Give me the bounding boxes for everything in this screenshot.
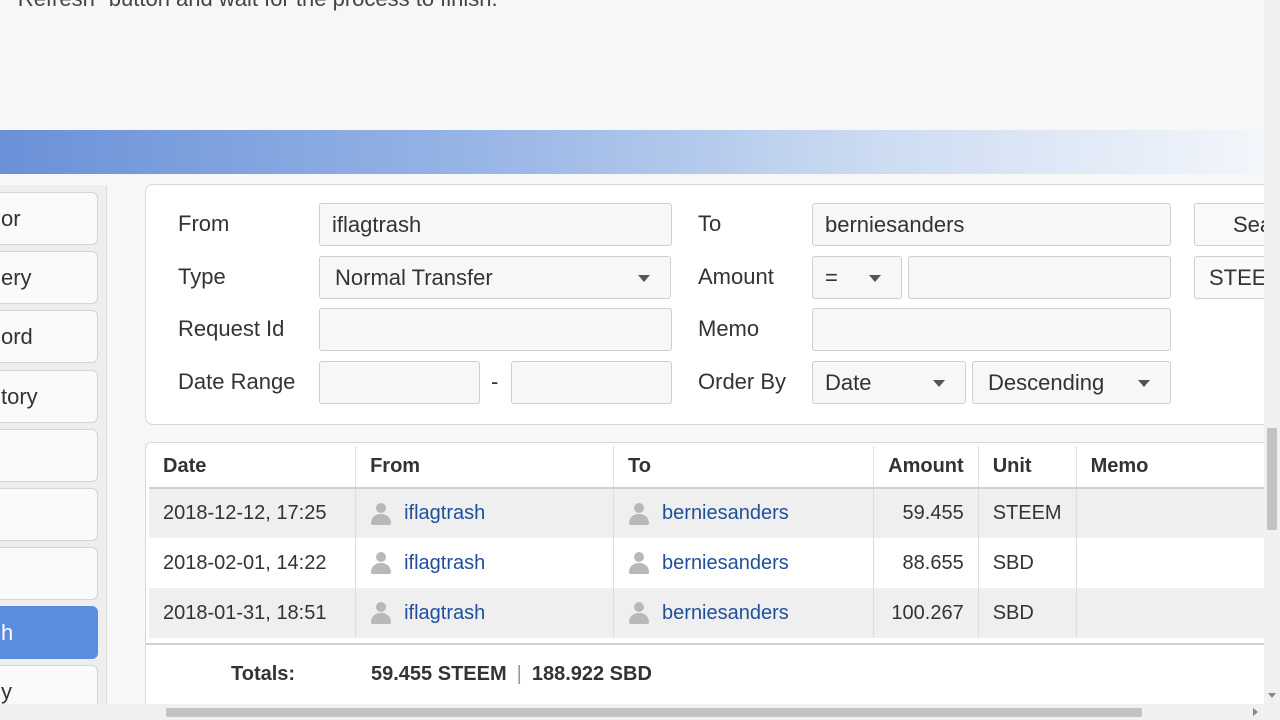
- from-account-link[interactable]: iflagtrash: [404, 602, 485, 625]
- order-direction-value: Descending: [988, 369, 1105, 395]
- from-cell: iflagtrash: [355, 538, 615, 588]
- amount-cell: 100.267: [873, 588, 979, 638]
- totals-row: Totals: 59.455 STEEM | 188.922 SBD: [146, 643, 1280, 705]
- order-by-select[interactable]: Date: [812, 361, 966, 404]
- sidebar-item-6[interactable]: [0, 488, 98, 541]
- sidebar-item-1[interactable]: or: [0, 192, 98, 245]
- column-header-to[interactable]: To: [613, 446, 875, 489]
- chevron-down-icon: [869, 275, 881, 282]
- table-row: 2018-02-01, 14:22 iflagtrash berniesande…: [149, 538, 1280, 588]
- amount-cell: 59.455: [873, 488, 979, 538]
- type-label: Type: [178, 264, 226, 289]
- from-cell: iflagtrash: [355, 588, 615, 638]
- memo-cell: [1076, 488, 1280, 538]
- date-cell: 2018-01-31, 18:51: [149, 588, 357, 638]
- to-account-link[interactable]: berniesanders: [662, 552, 789, 575]
- sidebar-item-label: tory: [1, 383, 38, 409]
- user-icon: [370, 551, 392, 575]
- chevron-down-icon: [1138, 380, 1150, 387]
- unit-cell: SBD: [978, 588, 1077, 638]
- column-header-date[interactable]: Date: [149, 446, 357, 489]
- transfers-table: Date From To Amount Unit Memo 2018-12-12…: [149, 446, 1280, 638]
- total-steem: 59.455 STEEM: [371, 663, 507, 685]
- sidebar-item-label: h: [1, 619, 14, 645]
- chevron-down-icon: [933, 380, 945, 387]
- amount-label: Amount: [698, 264, 774, 289]
- user-icon: [370, 601, 392, 625]
- table-row: 2018-12-12, 17:25 iflagtrash berniesande…: [149, 488, 1280, 538]
- from-account-link[interactable]: iflagtrash: [404, 552, 485, 575]
- memo-label: Memo: [698, 316, 760, 341]
- sidebar-item-4[interactable]: tory: [0, 370, 98, 423]
- sidebar-item-5[interactable]: [0, 429, 98, 482]
- type-select-value: Normal Transfer: [335, 264, 493, 290]
- results-panel: Date From To Amount Unit Memo 2018-12-12…: [145, 442, 1280, 712]
- scroll-right-arrow-icon[interactable]: [1253, 708, 1258, 716]
- from-input[interactable]: iflagtrash: [319, 203, 672, 246]
- user-icon: [628, 502, 650, 526]
- table-row: 2018-01-31, 18:51 iflagtrash berniesande…: [149, 588, 1280, 638]
- date-range-separator: -: [491, 369, 499, 394]
- order-by-value: Date: [825, 369, 872, 395]
- from-label: From: [178, 211, 230, 236]
- totals-values: 59.455 STEEM | 188.922 SBD: [371, 663, 652, 686]
- type-select[interactable]: Normal Transfer: [319, 256, 671, 299]
- horizontal-scrollbar-thumb[interactable]: [166, 708, 1142, 717]
- to-label: To: [698, 211, 722, 236]
- amount-input[interactable]: [908, 256, 1171, 299]
- user-icon: [628, 551, 650, 575]
- date-from-input[interactable]: [319, 361, 480, 404]
- sidebar-item-label: ery: [1, 264, 32, 290]
- chevron-down-icon: [638, 275, 650, 282]
- order-direction-select[interactable]: Descending: [972, 361, 1171, 404]
- amount-operator-value: =: [825, 264, 838, 290]
- column-header-from[interactable]: From: [355, 446, 615, 489]
- from-cell: iflagtrash: [355, 488, 615, 538]
- column-header-memo[interactable]: Memo: [1076, 446, 1280, 489]
- column-header-unit[interactable]: Unit: [978, 446, 1077, 489]
- horizontal-scrollbar[interactable]: [0, 704, 1264, 720]
- sidebar-item-label: ord: [1, 323, 33, 349]
- sidebar-item-7[interactable]: [0, 547, 98, 600]
- sidebar: or ery ord tory h y: [0, 185, 107, 720]
- instruction-text: "Refresh" button and wait for the proces…: [10, 0, 498, 12]
- vertical-scrollbar-thumb[interactable]: [1267, 428, 1277, 530]
- order-by-label: Order By: [698, 369, 787, 394]
- to-cell: berniesanders: [613, 488, 875, 538]
- totals-separator: |: [516, 663, 522, 685]
- sidebar-item-active[interactable]: h: [0, 606, 98, 659]
- date-cell: 2018-02-01, 14:22: [149, 538, 357, 588]
- memo-input[interactable]: [812, 308, 1171, 351]
- date-cell: 2018-12-12, 17:25: [149, 488, 357, 538]
- date-to-input[interactable]: [511, 361, 672, 404]
- memo-cell: [1076, 538, 1280, 588]
- search-panel: From iflagtrash To berniesanders Search …: [145, 184, 1280, 425]
- column-header-amount[interactable]: Amount: [873, 446, 979, 489]
- to-cell: berniesanders: [613, 588, 875, 638]
- scroll-down-arrow-icon[interactable]: [1268, 693, 1276, 698]
- to-cell: berniesanders: [613, 538, 875, 588]
- sidebar-item-3[interactable]: ord: [0, 310, 98, 363]
- amount-operator-select[interactable]: =: [812, 256, 902, 299]
- unit-cell: STEEM: [978, 488, 1077, 538]
- total-sbd: 188.922 SBD: [531, 663, 652, 685]
- sidebar-item-label: y: [1, 678, 12, 704]
- amount-cell: 88.655: [873, 538, 979, 588]
- from-account-link[interactable]: iflagtrash: [404, 502, 485, 525]
- vertical-scrollbar[interactable]: [1264, 0, 1280, 720]
- to-input[interactable]: berniesanders: [812, 203, 1171, 246]
- request-id-input[interactable]: [319, 308, 672, 351]
- header-banner: [0, 130, 1264, 174]
- unit-cell: SBD: [978, 538, 1077, 588]
- to-account-link[interactable]: berniesanders: [662, 502, 789, 525]
- sidebar-item-label: or: [1, 205, 21, 231]
- sidebar-item-2[interactable]: ery: [0, 251, 98, 304]
- user-icon: [628, 601, 650, 625]
- user-icon: [370, 502, 392, 526]
- totals-label: Totals:: [231, 663, 296, 685]
- request-id-label: Request Id: [178, 316, 285, 341]
- memo-cell: [1076, 588, 1280, 638]
- to-account-link[interactable]: berniesanders: [662, 602, 789, 625]
- date-range-label: Date Range: [178, 369, 296, 394]
